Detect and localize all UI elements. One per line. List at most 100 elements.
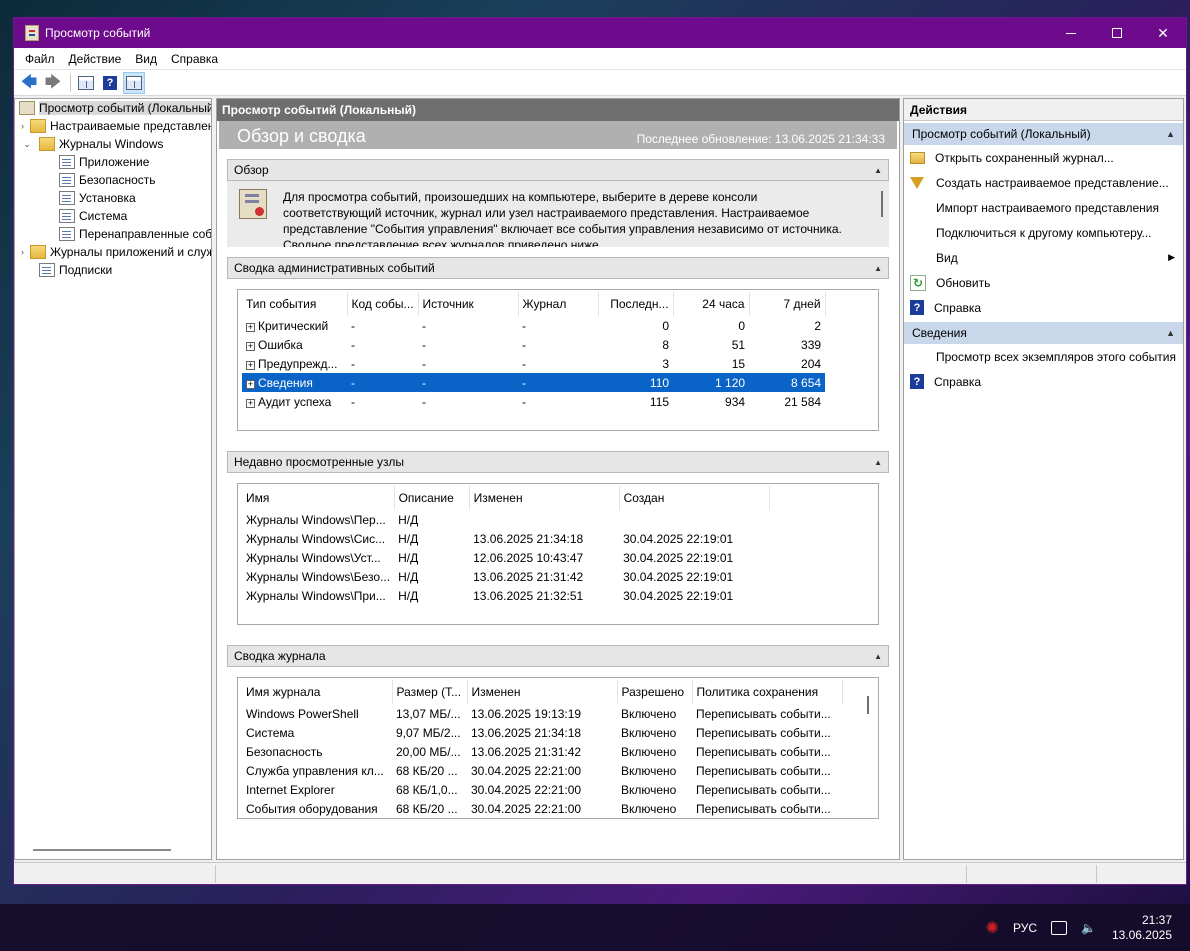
- log-summary-section-header[interactable]: Сводка журнала ▲: [227, 645, 889, 667]
- tree-item-system[interactable]: Система: [15, 207, 211, 225]
- table-row[interactable]: Windows PowerShell 13,07 МБ/... 13.06.2025…: [242, 704, 842, 723]
- expand-plus-icon[interactable]: +: [246, 341, 255, 351]
- maximize-button[interactable]: [1094, 18, 1140, 48]
- recent-nodes-section-header[interactable]: Недавно просмотренные узлы ▲: [227, 451, 889, 473]
- column-header[interactable]: Изменен: [467, 680, 618, 704]
- column-header[interactable]: Описание: [394, 486, 470, 510]
- column-header[interactable]: 7 дней: [749, 292, 826, 316]
- action-item[interactable]: Импорт настраиваемого представления: [904, 195, 1183, 220]
- system-tray: ✺ РУС 🔈 21:37 13.06.2025: [972, 904, 1172, 951]
- language-indicator[interactable]: РУС: [1013, 921, 1037, 935]
- event-log-icon: [239, 189, 267, 219]
- tree-item-forwarded-events[interactable]: Перенаправленные события: [15, 225, 211, 243]
- table-row[interactable]: Журналы Windows\Пер... Н/Д: [242, 510, 769, 529]
- action-item[interactable]: Подключиться к другому компьютеру...: [904, 220, 1183, 245]
- tree-item-label: Приложение: [79, 155, 150, 169]
- table-row[interactable]: Журналы Windows\При... Н/Д 13.06.2025 21:3…: [242, 586, 769, 605]
- actions-group-event-viewer[interactable]: Просмотр событий (Локальный) ▲: [904, 123, 1183, 145]
- volume-icon[interactable]: 🔈: [1081, 921, 1096, 935]
- table-row[interactable]: + Предупрежд... - - -3 15 204: [242, 354, 825, 373]
- column-header[interactable]: Создан: [619, 486, 770, 510]
- tree-item-custom-views[interactable]: › Настраиваемые представления: [15, 117, 211, 135]
- menu-help[interactable]: Справка: [164, 52, 225, 66]
- expand-plus-icon[interactable]: +: [246, 322, 255, 332]
- event-viewer-window: Просмотр событий ✕ Файл Действие Вид Спр…: [13, 17, 1187, 885]
- action-item[interactable]: Создать настраиваемое представление...: [904, 170, 1183, 195]
- column-header[interactable]: Политика сохранения: [692, 680, 843, 704]
- table-row[interactable]: Безопасность 20,00 МБ/... 13.06.2025 21:31…: [242, 742, 842, 761]
- table-row[interactable]: Журналы Windows\Сис... Н/Д 13.06.2025 21:3…: [242, 529, 769, 548]
- expand-chevron-icon[interactable]: ›: [21, 247, 24, 257]
- action-item[interactable]: Просмотр всех экземпляров этого события: [904, 344, 1183, 369]
- tree-horizontal-scrollbar[interactable]: [33, 849, 171, 851]
- column-header[interactable]: Размер (Т...: [392, 680, 468, 704]
- expand-plus-icon[interactable]: +: [246, 360, 255, 370]
- help-button[interactable]: ?: [99, 72, 121, 94]
- overview-scrollbar[interactable]: [881, 191, 883, 217]
- table-cell: События оборудования: [246, 801, 378, 816]
- tree-item-setup[interactable]: Установка: [15, 189, 211, 207]
- collapse-icon[interactable]: ▲: [874, 166, 882, 175]
- column-header[interactable]: Код собы...: [347, 292, 419, 316]
- tree-item-security[interactable]: Безопасность: [15, 171, 211, 189]
- table-row[interactable]: Журналы Windows\Уст... Н/Д 12.06.2025 10:4…: [242, 548, 769, 567]
- column-header[interactable]: Разрешено: [617, 680, 693, 704]
- log-summary-scrollbar[interactable]: [867, 696, 869, 714]
- forward-button[interactable]: 🡆: [42, 72, 64, 94]
- collapse-icon[interactable]: ▲: [874, 652, 882, 661]
- back-button[interactable]: 🡄: [18, 72, 40, 94]
- menu-action[interactable]: Действие: [62, 52, 129, 66]
- overview-section-header[interactable]: Обзор ▲: [227, 159, 889, 181]
- collapse-icon[interactable]: ▲: [1166, 129, 1175, 139]
- expand-plus-icon[interactable]: +: [246, 398, 255, 408]
- tree-item-application[interactable]: Приложение: [15, 153, 211, 171]
- column-header[interactable]: Последн...: [598, 292, 674, 316]
- table-row[interactable]: + Сведения - - -110 1 120 8 654: [242, 373, 826, 392]
- table-row[interactable]: Журналы Windows\Безо... Н/Д 13.06.2025 21:…: [242, 567, 769, 586]
- table-row[interactable]: Система 9,07 МБ/2... 13.06.2025 21:34:18 Вк…: [242, 723, 842, 742]
- table-row[interactable]: + Критический - - -0 0 2: [242, 316, 825, 335]
- collapse-icon[interactable]: ▲: [874, 458, 882, 467]
- column-header[interactable]: Журнал: [518, 292, 599, 316]
- table-row[interactable]: + Аудит успеха - - -115 934 21 584: [242, 392, 825, 411]
- menu-file[interactable]: Файл: [18, 52, 62, 66]
- tree-root[interactable]: Просмотр событий (Локальный): [15, 99, 211, 117]
- action-item[interactable]: ↻ Обновить: [904, 270, 1183, 295]
- tree-item-windows-logs[interactable]: ⌄ Журналы Windows: [15, 135, 211, 153]
- table-row[interactable]: + Ошибка - - -8 51 339: [242, 335, 825, 354]
- title-bar[interactable]: Просмотр событий ✕: [14, 18, 1186, 48]
- collapse-chevron-icon[interactable]: ⌄: [21, 139, 33, 150]
- grid-header-row: Имя журнала Размер (Т... Изменен Разреше…: [242, 680, 843, 704]
- tree-item-app-service-logs[interactable]: › Журналы приложений и служб: [15, 243, 211, 261]
- clock[interactable]: 21:37 13.06.2025: [1112, 913, 1172, 943]
- column-header[interactable]: Имя журнала: [242, 680, 393, 704]
- column-header[interactable]: 24 часа: [673, 292, 750, 316]
- show-hide-actions-button[interactable]: [123, 71, 145, 94]
- column-header[interactable]: Изменен: [469, 486, 620, 510]
- menu-view[interactable]: Вид: [128, 52, 164, 66]
- collapse-icon[interactable]: ▲: [874, 264, 882, 273]
- section-title: Сводка административных событий: [234, 261, 435, 275]
- tree-item-subscriptions[interactable]: Подписки: [15, 261, 211, 279]
- action-item[interactable]: Открыть сохраненный журнал...: [904, 145, 1183, 170]
- close-button[interactable]: ✕: [1140, 18, 1186, 48]
- action-item[interactable]: Вид ▶: [904, 245, 1183, 270]
- expand-chevron-icon[interactable]: ›: [21, 121, 24, 131]
- table-row[interactable]: Internet Explorer 68 КБ/1,0... 30.04.2025 …: [242, 780, 842, 799]
- action-item[interactable]: ? Справка: [904, 295, 1183, 320]
- actions-group-details[interactable]: Сведения ▲: [904, 322, 1183, 344]
- collapse-icon[interactable]: ▲: [1166, 328, 1175, 338]
- column-header[interactable]: Тип события: [242, 292, 348, 316]
- column-header[interactable]: Источник: [418, 292, 519, 316]
- minimize-button[interactable]: [1048, 18, 1094, 48]
- action-item[interactable]: ? Справка: [904, 369, 1183, 394]
- console-tree: Просмотр событий (Локальный) › Настраива…: [14, 98, 212, 860]
- table-row[interactable]: События оборудования 68 КБ/20 ... 30.04.20…: [242, 799, 842, 818]
- show-hide-tree-button[interactable]: [75, 72, 97, 94]
- expand-plus-icon[interactable]: +: [246, 379, 255, 389]
- network-icon[interactable]: [1050, 920, 1067, 935]
- column-header[interactable]: Имя: [242, 486, 395, 510]
- tray-app-icon[interactable]: ✺: [986, 918, 999, 938]
- table-row[interactable]: Служба управления кл... 68 КБ/20 ... 30.04…: [242, 761, 842, 780]
- admin-summary-section-header[interactable]: Сводка административных событий ▲: [227, 257, 889, 279]
